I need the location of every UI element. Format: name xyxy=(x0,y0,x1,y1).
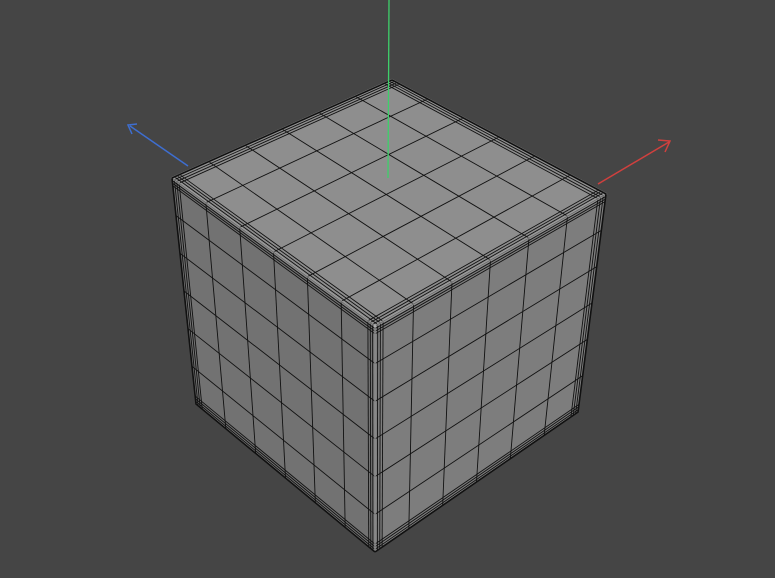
wire-left-line-u-9 xyxy=(369,322,372,549)
viewport-canvas[interactable] xyxy=(0,0,775,578)
3d-viewport[interactable] xyxy=(0,0,775,578)
